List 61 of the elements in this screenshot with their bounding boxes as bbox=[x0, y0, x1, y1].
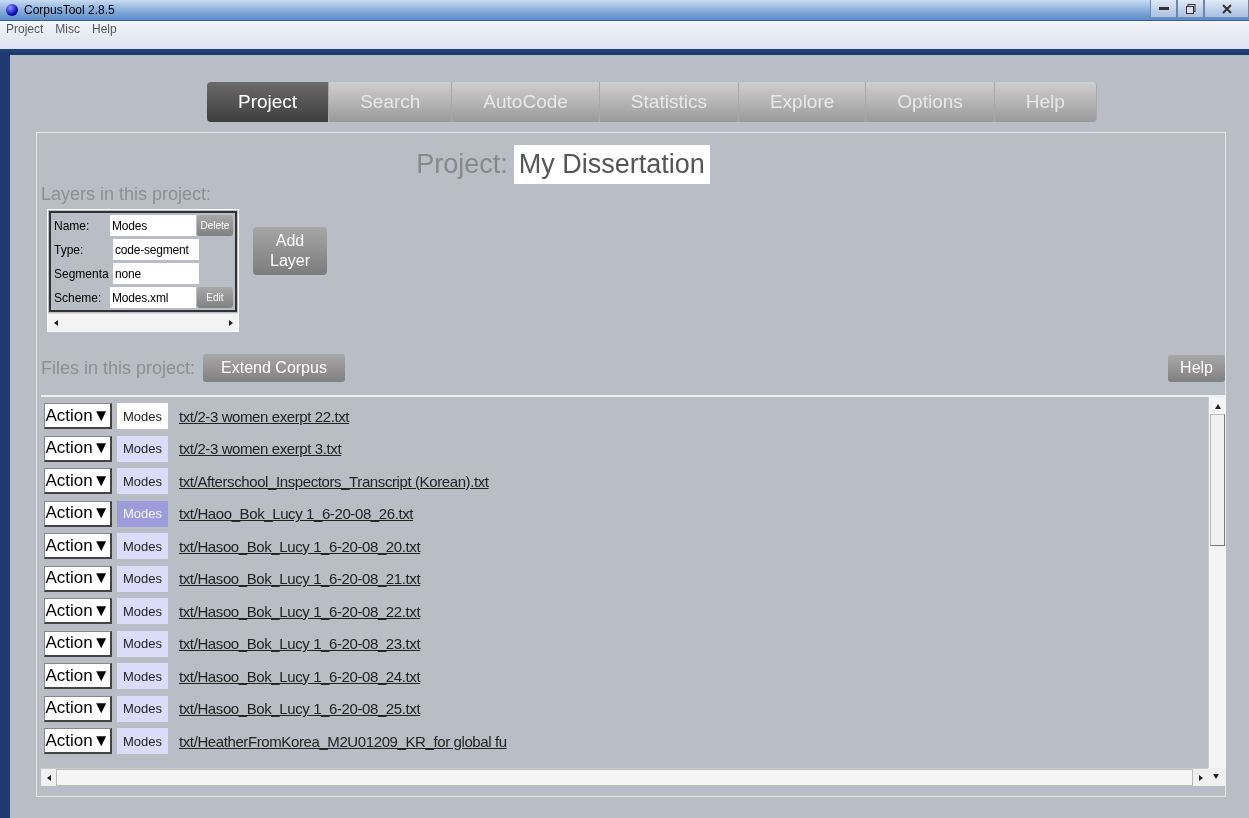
menu-item[interactable]: Help bbox=[92, 21, 117, 37]
horizontal-scrollbar[interactable] bbox=[41, 768, 1208, 786]
layer-button[interactable]: Modes bbox=[117, 403, 168, 430]
file-link[interactable]: txt/2-3 women exerpt 22.txt bbox=[179, 407, 350, 425]
file-link[interactable]: txt/Afterschool_Inspectors_Transcript (Korean).txt bbox=[179, 472, 489, 490]
layer-button[interactable]: Modes bbox=[117, 468, 168, 495]
action-dropdown[interactable]: Action▼ bbox=[44, 533, 112, 560]
layer-button[interactable]: Modes bbox=[117, 565, 168, 592]
layer-button[interactable]: Modes bbox=[117, 663, 168, 690]
close-button[interactable] bbox=[1204, 0, 1249, 18]
input-field[interactable]: none bbox=[113, 263, 199, 284]
minimize-icon bbox=[1158, 6, 1169, 11]
tab[interactable]: Project bbox=[207, 82, 330, 122]
scroll-right-icon[interactable] bbox=[1196, 773, 1205, 782]
file-link[interactable]: txt/Hasoo_Bok_Lucy 1_6-20-08_24.txt bbox=[179, 667, 421, 685]
menu-item[interactable]: Project bbox=[6, 21, 44, 37]
scroll-down-icon[interactable] bbox=[1211, 771, 1220, 780]
action-dropdown[interactable]: Action▼ bbox=[44, 565, 112, 592]
restore-button[interactable] bbox=[1177, 0, 1204, 18]
layer-button[interactable]: Modes bbox=[117, 728, 168, 755]
project-name-field[interactable]: My Dissertation bbox=[513, 145, 710, 184]
file-link[interactable]: txt/Hasoo_Bok_Lucy 1_6-20-08_21.txt bbox=[179, 570, 421, 588]
horizontal-scrollbar[interactable] bbox=[48, 313, 238, 331]
file-link[interactable]: txt/Hasoo_Bok_Lucy 1_6-20-08_22.txt bbox=[179, 602, 421, 620]
file-link[interactable]: txt/2-3 women exerpt 3.txt bbox=[179, 440, 342, 458]
add-layer-button[interactable]: Add Layer bbox=[253, 226, 327, 275]
layer-button[interactable]: Modes bbox=[117, 533, 168, 560]
file-link[interactable]: txt/Hasoo_Bok_Lucy 1_6-20-08_20.txt bbox=[179, 537, 421, 555]
input-field[interactable]: Modes.xml bbox=[109, 287, 196, 308]
action-dropdown[interactable]: Action▼ bbox=[44, 403, 112, 430]
layer-button[interactable]: Modes bbox=[117, 598, 168, 625]
project-label: Project: bbox=[416, 149, 508, 180]
file-link[interactable]: txt/Haoo_Bok_Lucy 1_6-20-08_26.txt bbox=[179, 505, 414, 523]
file-link[interactable]: txt/Hasoo_Bok_Lucy 1_6-20-08_23.txt bbox=[179, 635, 421, 653]
app-icon bbox=[6, 4, 18, 16]
action-dropdown[interactable]: Action▼ bbox=[44, 435, 112, 462]
action-dropdown[interactable]: Action▼ bbox=[44, 468, 112, 495]
input-field[interactable]: Modes bbox=[109, 215, 196, 236]
layer-button[interactable]: Modes bbox=[117, 630, 168, 657]
action-dropdown[interactable]: Action▼ bbox=[44, 630, 112, 657]
file-link[interactable]: txt/Hasoo_Bok_Lucy 1_6-20-08_25.txt bbox=[179, 700, 421, 718]
action-dropdown[interactable]: Action▼ bbox=[44, 500, 112, 527]
minimize-button[interactable] bbox=[1150, 0, 1177, 18]
field-label: Type: bbox=[54, 242, 85, 257]
close-icon bbox=[1221, 3, 1232, 14]
menu-item[interactable]: Misc bbox=[55, 21, 81, 37]
restore-icon bbox=[1185, 3, 1196, 14]
file-link[interactable]: txt/HeatherFromKorea_M2U01209_KR_for global fu bbox=[179, 732, 507, 750]
field-label: Name: bbox=[54, 218, 91, 233]
scroll-right-icon[interactable] bbox=[226, 318, 235, 327]
action-dropdown[interactable]: Action▼ bbox=[44, 728, 112, 755]
vertical-scrollbar[interactable] bbox=[1208, 397, 1226, 768]
action-dropdown[interactable]: Action▼ bbox=[44, 663, 112, 690]
action-dropdown[interactable]: Action▼ bbox=[44, 695, 112, 722]
action-dropdown[interactable]: Action▼ bbox=[44, 598, 112, 625]
input-field[interactable]: code-segment bbox=[113, 239, 199, 260]
layer-button[interactable]: Modes bbox=[117, 435, 168, 462]
field-label: Segmenta bbox=[54, 266, 110, 281]
window-title: CorpusTool 2.8.5 bbox=[24, 3, 115, 17]
field-label: Scheme: bbox=[54, 290, 103, 305]
layer-button[interactable]: Modes bbox=[117, 695, 168, 722]
